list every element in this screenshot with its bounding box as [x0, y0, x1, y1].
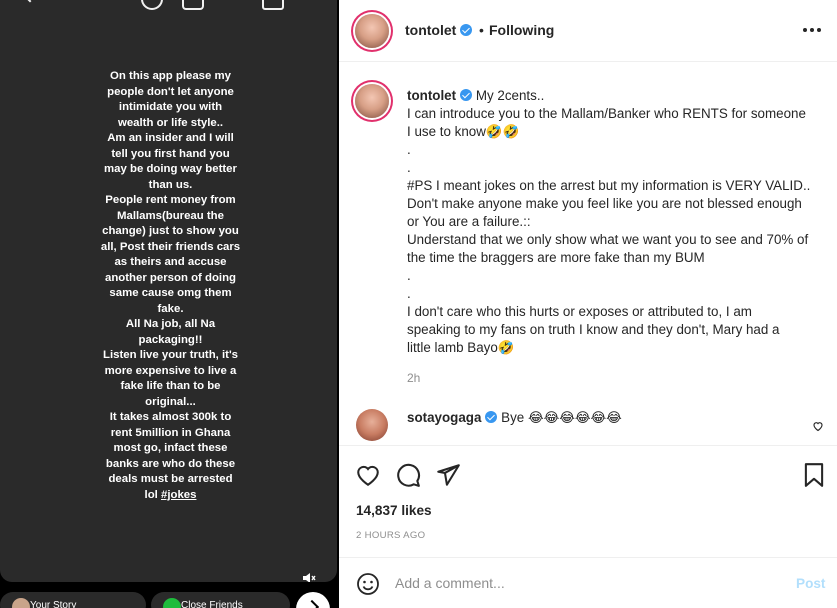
- close-friends-label: Close Friends: [181, 600, 243, 608]
- story-text-line: more expensive to live a: [104, 364, 237, 377]
- story-text-line: People rent money from: [105, 194, 236, 206]
- caption-line: speaking to my fans on truth I know and …: [407, 322, 780, 337]
- story-text-line: banks are who do these: [105, 457, 236, 470]
- verified-icon: [460, 24, 473, 36]
- comment-body: Bye 😂😂😂😂😂😂: [501, 410, 622, 425]
- caption-line: Understand that we only show what we wan…: [407, 232, 809, 247]
- heart-icon[interactable]: [355, 462, 381, 488]
- caption-line: I don't care who this hurts or exposes o…: [407, 304, 752, 319]
- post-button[interactable]: Post: [796, 576, 825, 591]
- close-friends-icon: [163, 598, 181, 608]
- username[interactable]: tontolet: [405, 22, 456, 38]
- caption-username[interactable]: tontolet: [407, 88, 456, 103]
- story-text-line: change) just to show you: [102, 225, 239, 237]
- share-icon[interactable]: [435, 462, 461, 488]
- story-text-line: deals must be arrested: [108, 473, 233, 485]
- story-text-line: may be doing way better: [104, 163, 237, 175]
- post-panel: tontolet • Following tontolet My 2cents.…: [339, 0, 837, 608]
- story-text-line: rent 5million in Ghana: [110, 426, 231, 439]
- comment-text: sotayogaga Bye 😂😂😂😂😂😂: [407, 410, 622, 426]
- caption-line: little lamb Bayo🤣: [407, 340, 515, 355]
- caption-line: .: [407, 268, 411, 283]
- caption-line: .: [407, 160, 411, 175]
- verified-icon: [485, 411, 498, 423]
- story-text: On this app please my people don't let an…: [85, 69, 256, 503]
- bookmark-icon[interactable]: [801, 462, 827, 488]
- caption-line: I can introduce you to the Mallam/Banker…: [407, 106, 806, 121]
- mute-icon[interactable]: [302, 571, 316, 582]
- caption-line: .: [407, 286, 411, 301]
- caption-line: I use to know🤣🤣: [407, 124, 520, 139]
- like-comment-icon[interactable]: [812, 419, 824, 432]
- text-icon[interactable]: Aa: [222, 0, 244, 8]
- comment-username[interactable]: sotayogaga: [407, 410, 481, 425]
- comment-icon[interactable]: [395, 462, 421, 488]
- story-text-line: Listen live your truth, it's: [103, 349, 238, 361]
- story-text-line: than us.: [148, 178, 193, 191]
- post-time[interactable]: 2 HOURS AGO: [356, 530, 425, 541]
- sticker-icon[interactable]: [182, 0, 204, 10]
- caption-lead: My 2cents..: [475, 88, 545, 103]
- circle-icon[interactable]: [141, 0, 163, 10]
- story-text-line: fake.: [157, 302, 184, 315]
- comment-input[interactable]: [395, 572, 775, 594]
- likes-count[interactable]: 14,837 likes: [356, 503, 432, 518]
- caption-line: Don't make anyone make you feel like you…: [407, 196, 802, 211]
- story-text-line: packaging!!: [138, 333, 203, 346]
- story-text-line: all, Post their friends cars: [100, 240, 241, 253]
- story-text-line: most go, infact these: [113, 442, 228, 454]
- story-text-line: Am an insider and I will: [107, 132, 234, 144]
- avatar[interactable]: [355, 84, 389, 118]
- back-icon[interactable]: [18, 0, 40, 10]
- close-friends-button[interactable]: Close Friends: [151, 592, 290, 608]
- caption-line: the time the braggers are more fake than…: [407, 250, 705, 265]
- add-comment-bar: Post: [339, 558, 837, 608]
- post-header: tontolet • Following: [339, 0, 837, 62]
- your-story-button[interactable]: Your Story: [0, 592, 146, 608]
- story-text-line: intimidate you with: [118, 101, 223, 113]
- caption-line: or You are a failure.::: [407, 214, 531, 229]
- story-text-line: tell you first hand you: [111, 147, 230, 160]
- story-panel: Aa On this app please my people don't let…: [0, 0, 339, 608]
- story-share-bar: Your Story Close Friends: [0, 592, 339, 608]
- caption-timestamp[interactable]: 2h: [407, 371, 420, 385]
- verified-icon: [460, 89, 473, 101]
- avatar: [12, 598, 30, 608]
- comment-row: sotayogaga Bye 😂😂😂😂😂😂: [339, 402, 837, 446]
- story-text-line: same cause omg them: [109, 287, 232, 299]
- avatar[interactable]: [355, 14, 389, 48]
- story-text-line: original...: [145, 395, 196, 408]
- caption-text: tontolet My 2cents.. I can introduce you…: [407, 87, 825, 357]
- story-text-line: Mallams(bureau the: [117, 209, 224, 222]
- story-text-line: It takes almost 300k to: [109, 411, 232, 423]
- story-toolbar: Aa: [0, 0, 337, 14]
- action-bar: 14,837 likes 2 HOURS AGO: [339, 446, 837, 558]
- following-button[interactable]: Following: [489, 22, 554, 38]
- more-options-icon[interactable]: [803, 28, 823, 34]
- emoji-icon[interactable]: [356, 572, 380, 596]
- story-text-line: people don't let anyone: [107, 85, 234, 98]
- story-text-line: lol #jokes: [85, 488, 256, 504]
- username-link[interactable]: tontolet: [405, 22, 473, 38]
- caption-line: #PS I meant jokes on the arrest but my i…: [407, 178, 811, 193]
- caption-line: .: [407, 142, 411, 157]
- story-text-line: wealth or life style..: [117, 116, 224, 129]
- story-card: Aa On this app please my people don't let…: [0, 0, 337, 582]
- caption-section: tontolet My 2cents.. I can introduce you…: [339, 62, 837, 446]
- caption-body: I can introduce you to the Mallam/Banker…: [407, 105, 825, 357]
- story-text-line: On this app please my: [110, 70, 231, 82]
- draw-icon[interactable]: [262, 0, 284, 10]
- story-hashtag[interactable]: #jokes: [161, 489, 196, 501]
- story-text-line: as theirs and accuse: [114, 256, 227, 268]
- separator-dot: •: [479, 22, 484, 38]
- your-story-label: Your Story: [30, 600, 77, 608]
- avatar[interactable]: [356, 409, 388, 441]
- story-text-line: another person of doing: [105, 271, 236, 284]
- story-text-line: fake life than to be: [120, 380, 221, 392]
- story-text-line: All Na job, all Na: [125, 318, 216, 330]
- story-text-fragment: lol: [144, 488, 161, 501]
